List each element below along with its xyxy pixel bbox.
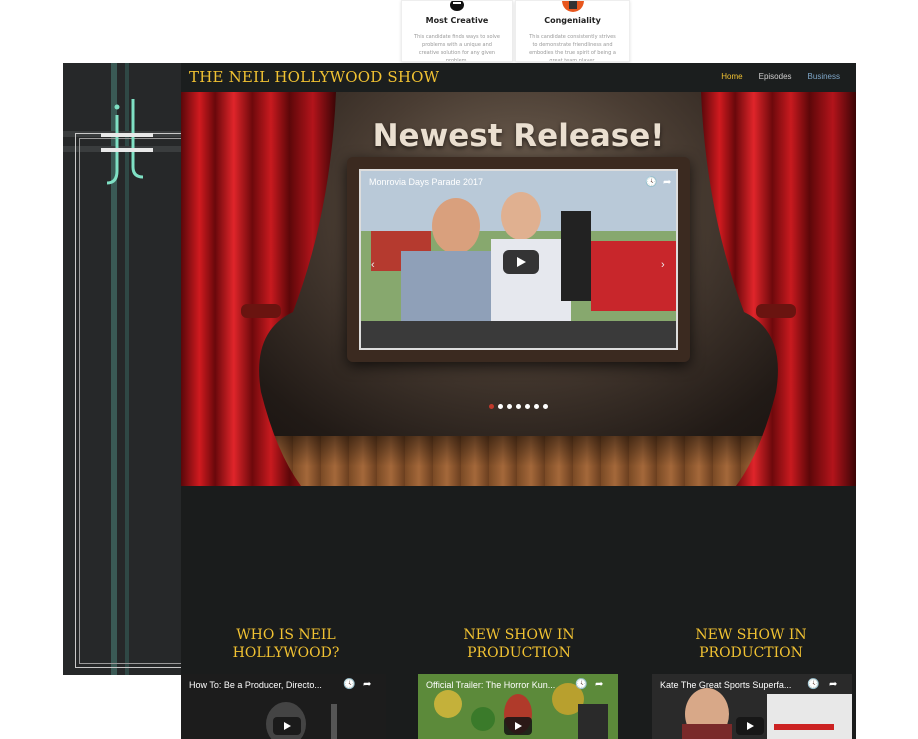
column-heading-new-show: NEW SHOW IN PRODUCTION <box>641 626 856 662</box>
video-title: Kate The Great Sports Superfa... <box>660 680 792 690</box>
panel-frame <box>79 138 181 664</box>
share-icon[interactable]: ➦ <box>829 679 837 690</box>
clock-icon[interactable]: 🕓 <box>343 679 355 690</box>
bee-icon <box>450 1 464 11</box>
play-icon[interactable] <box>503 250 539 274</box>
carousel-dot[interactable] <box>498 404 503 409</box>
chevron-left-icon[interactable]: ‹ <box>371 259 375 271</box>
play-icon[interactable] <box>736 717 764 735</box>
award-title: Most Creative <box>425 16 489 25</box>
nav-home-link[interactable]: Home <box>721 72 742 81</box>
clock-icon[interactable]: 🕓 <box>575 679 587 690</box>
carousel-indicators <box>181 404 856 409</box>
column-heading-new-show: NEW SHOW IN PRODUCTION <box>409 626 629 662</box>
video-thumb-trailer[interactable]: Official Trailer: The Horror Kun... 🕓 ➦ <box>418 674 618 739</box>
featured-video[interactable]: Monrovia Days Parade 2017 🕓 ➦ ‹ › <box>359 169 678 350</box>
hero-title: Newest Release! <box>372 118 665 154</box>
heading-line: PRODUCTION <box>467 645 571 661</box>
video-title: Official Trailer: The Horror Kun... <box>426 680 556 690</box>
carousel-dot[interactable] <box>534 404 539 409</box>
share-icon[interactable]: ➦ <box>595 679 603 690</box>
chevron-right-icon[interactable]: › <box>661 259 665 271</box>
main-nav: Home Episodes Business <box>721 72 840 81</box>
video-title: Monrovia Days Parade 2017 <box>369 177 484 187</box>
carousel-dot[interactable] <box>489 404 494 409</box>
column-heading-who-is: WHO IS NEIL HOLLYWOOD? <box>181 626 396 662</box>
logo-monogram <box>101 99 153 185</box>
heading-line: HOLLYWOOD? <box>232 645 340 661</box>
heading-line: NEW SHOW IN <box>463 627 575 643</box>
heading-line: NEW SHOW IN <box>695 627 807 643</box>
video-title: How To: Be a Producer, Directo... <box>189 680 322 690</box>
play-icon[interactable] <box>273 717 301 735</box>
award-description: This candidate consistently strives to d… <box>529 34 616 62</box>
award-title: Congeniality <box>544 16 601 25</box>
clock-icon[interactable]: 🕓 <box>645 177 657 188</box>
carousel-dot[interactable] <box>525 404 530 409</box>
portfolio-canvas: Most Creative This candidate finds ways … <box>0 0 918 739</box>
carousel-dot[interactable] <box>516 404 521 409</box>
share-icon[interactable]: ➦ <box>363 679 371 690</box>
clock-icon[interactable]: 🕓 <box>807 679 819 690</box>
hero-stage: Newest Release! Monrovia Days Parade 201… <box>181 92 856 486</box>
heading-line: PRODUCTION <box>699 645 803 661</box>
site-brand[interactable]: THE NEIL HOLLYWOOD SHOW <box>189 68 439 86</box>
award-card-congeniality: Congeniality This candidate consistently… <box>515 0 630 62</box>
heading-line: WHO IS NEIL <box>236 627 336 643</box>
top-navbar: THE NEIL HOLLYWOOD SHOW Home Episodes Bu… <box>181 63 856 92</box>
website-mockup: THE NEIL HOLLYWOOD SHOW Home Episodes Bu… <box>181 63 856 739</box>
nav-business-link[interactable]: Business <box>808 72 840 81</box>
award-card-most-creative: Most Creative This candidate finds ways … <box>401 0 513 62</box>
play-icon[interactable] <box>504 717 532 735</box>
logo-panel <box>63 63 181 675</box>
award-description: This candidate finds ways to solve probl… <box>414 34 500 62</box>
carousel-dot[interactable] <box>507 404 512 409</box>
nav-episodes-link[interactable]: Episodes <box>759 72 792 81</box>
video-thumb-producer[interactable]: How To: Be a Producer, Directo... 🕓 ➦ <box>181 674 386 739</box>
carousel-dot[interactable] <box>543 404 548 409</box>
trophy-icon <box>561 1 584 12</box>
share-icon[interactable]: ➦ <box>663 177 671 188</box>
video-thumb-sports[interactable]: Kate The Great Sports Superfa... 🕓 ➦ <box>652 674 852 739</box>
video-frame: Monrovia Days Parade 2017 🕓 ➦ ‹ › <box>347 157 690 362</box>
